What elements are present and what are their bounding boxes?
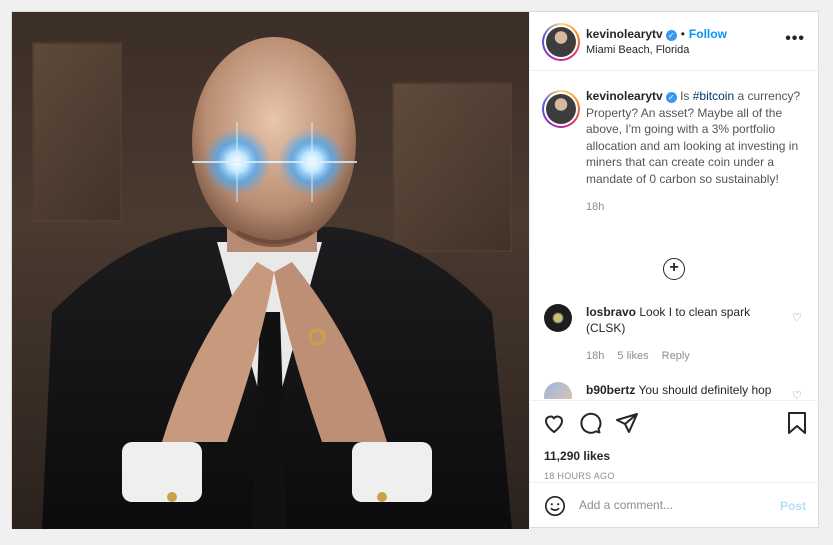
post-comment-button[interactable]: Post [780,499,806,513]
location-link[interactable]: Miami Beach, Florida [586,44,689,56]
caption-text: a currency? Property? An asset? Maybe al… [586,89,801,186]
post-sidebar: kevinolearytv ✓ • Follow Miami Beach, Flori… [529,12,820,529]
reply-button[interactable]: Reply [662,350,690,362]
emoji-smile-icon[interactable] [544,495,566,517]
comment-icon[interactable] [578,411,602,435]
caption-time: 18h [586,201,605,213]
avatar[interactable] [542,23,580,61]
verified-badge-icon: ✓ [665,30,677,41]
post-image[interactable] [12,12,529,529]
like-comment-icon[interactable]: ♡ [792,310,802,326]
portrait-illustration [42,37,512,529]
add-comment-input[interactable] [579,498,759,512]
commenter-username[interactable]: b90bertz [586,383,635,397]
comments-section[interactable]: kevinolearytv ✓ Is #bitcoin a currency? P… [530,72,820,399]
hashtag-link[interactable]: #bitcoin [693,89,734,103]
commenter-avatar[interactable] [544,382,572,399]
likes-count[interactable]: 11,290 likes [544,449,610,463]
share-send-icon[interactable] [615,411,639,435]
caption-username-link[interactable]: kevinolearytv [586,89,663,103]
post-header: kevinolearytv ✓ • Follow Miami Beach, Flori… [530,12,819,71]
comment-time: 18h [586,350,605,362]
more-options-icon[interactable]: ••• [785,30,805,48]
save-bookmark-icon[interactable] [786,411,808,435]
post-card: kevinolearytv ✓ • Follow Miami Beach, Flori… [11,11,820,529]
post-caption: kevinolearytv ✓ Is #bitcoin a currency? P… [530,72,820,216]
like-heart-icon[interactable] [542,411,566,435]
like-comment-icon[interactable]: ♡ [792,388,802,399]
commenter-username[interactable]: losbravo [586,305,636,319]
add-comment-bar: Post [530,482,820,529]
post-actions: 11,290 likes 18 HOURS AGO [530,400,820,482]
load-more-comments-icon[interactable]: + [663,258,685,280]
caption-prefix: Is [680,89,690,103]
comment-likes[interactable]: 5 likes [617,350,648,362]
post-timestamp: 18 HOURS AGO [544,471,615,481]
follow-button[interactable]: Follow [689,27,727,41]
verified-badge-icon: ✓ [665,92,677,103]
avatar[interactable] [542,90,580,128]
username-link[interactable]: kevinolearytv [586,27,663,41]
commenter-avatar[interactable] [544,304,572,332]
separator-dot: • [680,27,685,41]
